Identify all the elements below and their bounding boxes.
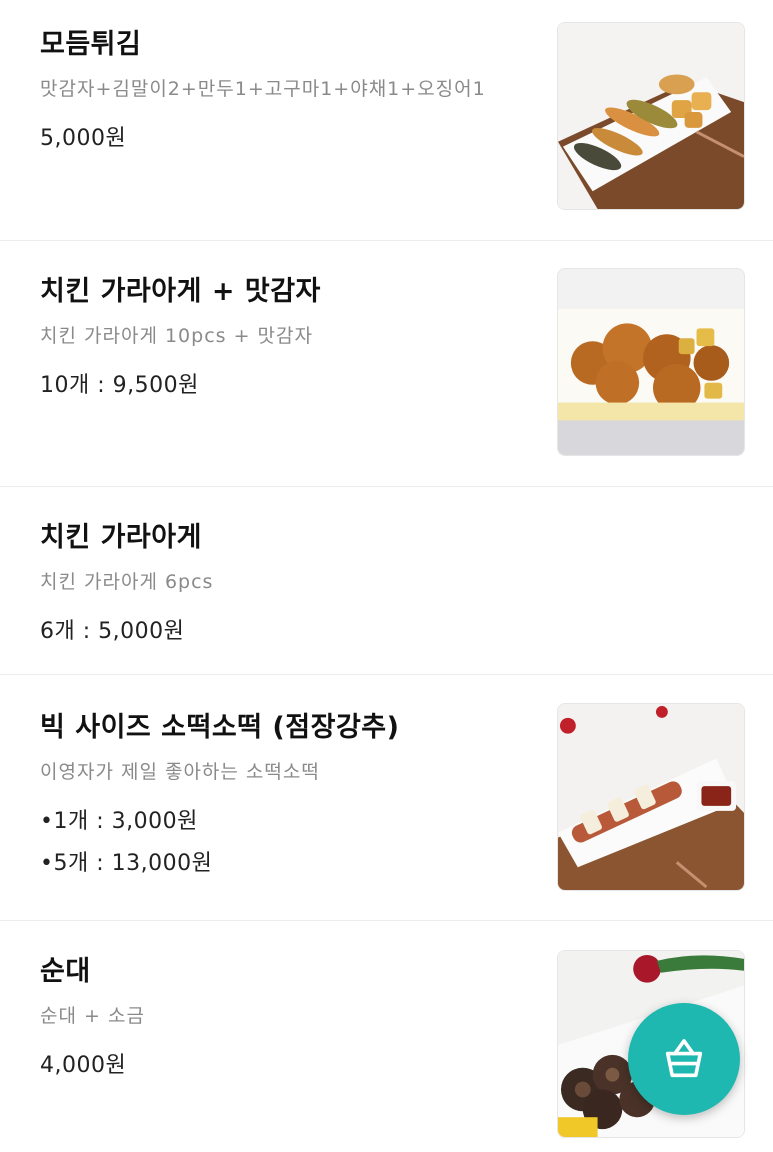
sotteok-image [558, 704, 744, 890]
item-description: 치킨 가라아게 10pcs + 맛감자 [40, 325, 313, 347]
item-name: 치킨 가라아게 [40, 522, 202, 553]
item-description: 이영자가 제일 좋아하는 소떡소떡 [40, 761, 320, 783]
basket-icon [665, 1039, 703, 1078]
item-name: 순대 [40, 956, 91, 987]
item-name: 빅 사이즈 소떡소떡 (점장강추) [40, 712, 400, 743]
item-price-option-1: •1개 : 3,000원 [40, 809, 198, 834]
menu-item-karaage-potato[interactable]: 치킨 가라아게 + 맛감자 치킨 가라아게 10pcs + 맛감자 10개 : … [0, 241, 773, 487]
item-name: 치킨 가라아게 + 맛감자 [40, 276, 321, 307]
menu-item-sotteok[interactable]: 빅 사이즈 소떡소떡 (점장강추) 이영자가 제일 좋아하는 소떡소떡 •1개 … [0, 675, 773, 921]
item-price: 4,000원 [40, 1053, 127, 1078]
assorted-fries-image [558, 23, 744, 209]
chicken-karaage-potato-photo[interactable] [557, 268, 745, 456]
item-price-option-2: •5개 : 13,000원 [40, 851, 213, 876]
menu-item-karaage[interactable]: 치킨 가라아게 치킨 가라아게 6pcs 6개 : 5,000원 [0, 487, 773, 675]
item-price: 6개 : 5,000원 [40, 619, 185, 644]
menu-item-assorted-fries[interactable]: 모듬튀김 맛감자+김말이2+만두1+고구마1+야채1+오징어1 5,000원 [0, 0, 773, 241]
chicken-karaage-image [558, 269, 744, 455]
cart-button[interactable] [628, 1003, 740, 1115]
item-name: 모듬튀김 [40, 29, 142, 60]
item-description: 맛감자+김말이2+만두1+고구마1+야채1+오징어1 [40, 78, 486, 100]
item-price: 10개 : 9,500원 [40, 373, 199, 398]
assorted-fries-photo[interactable] [557, 22, 745, 210]
item-description: 순대 + 소금 [40, 1005, 145, 1027]
item-description: 치킨 가라아게 6pcs [40, 571, 214, 593]
sotteok-skewer-photo[interactable] [557, 703, 745, 891]
item-price: 5,000원 [40, 126, 127, 151]
